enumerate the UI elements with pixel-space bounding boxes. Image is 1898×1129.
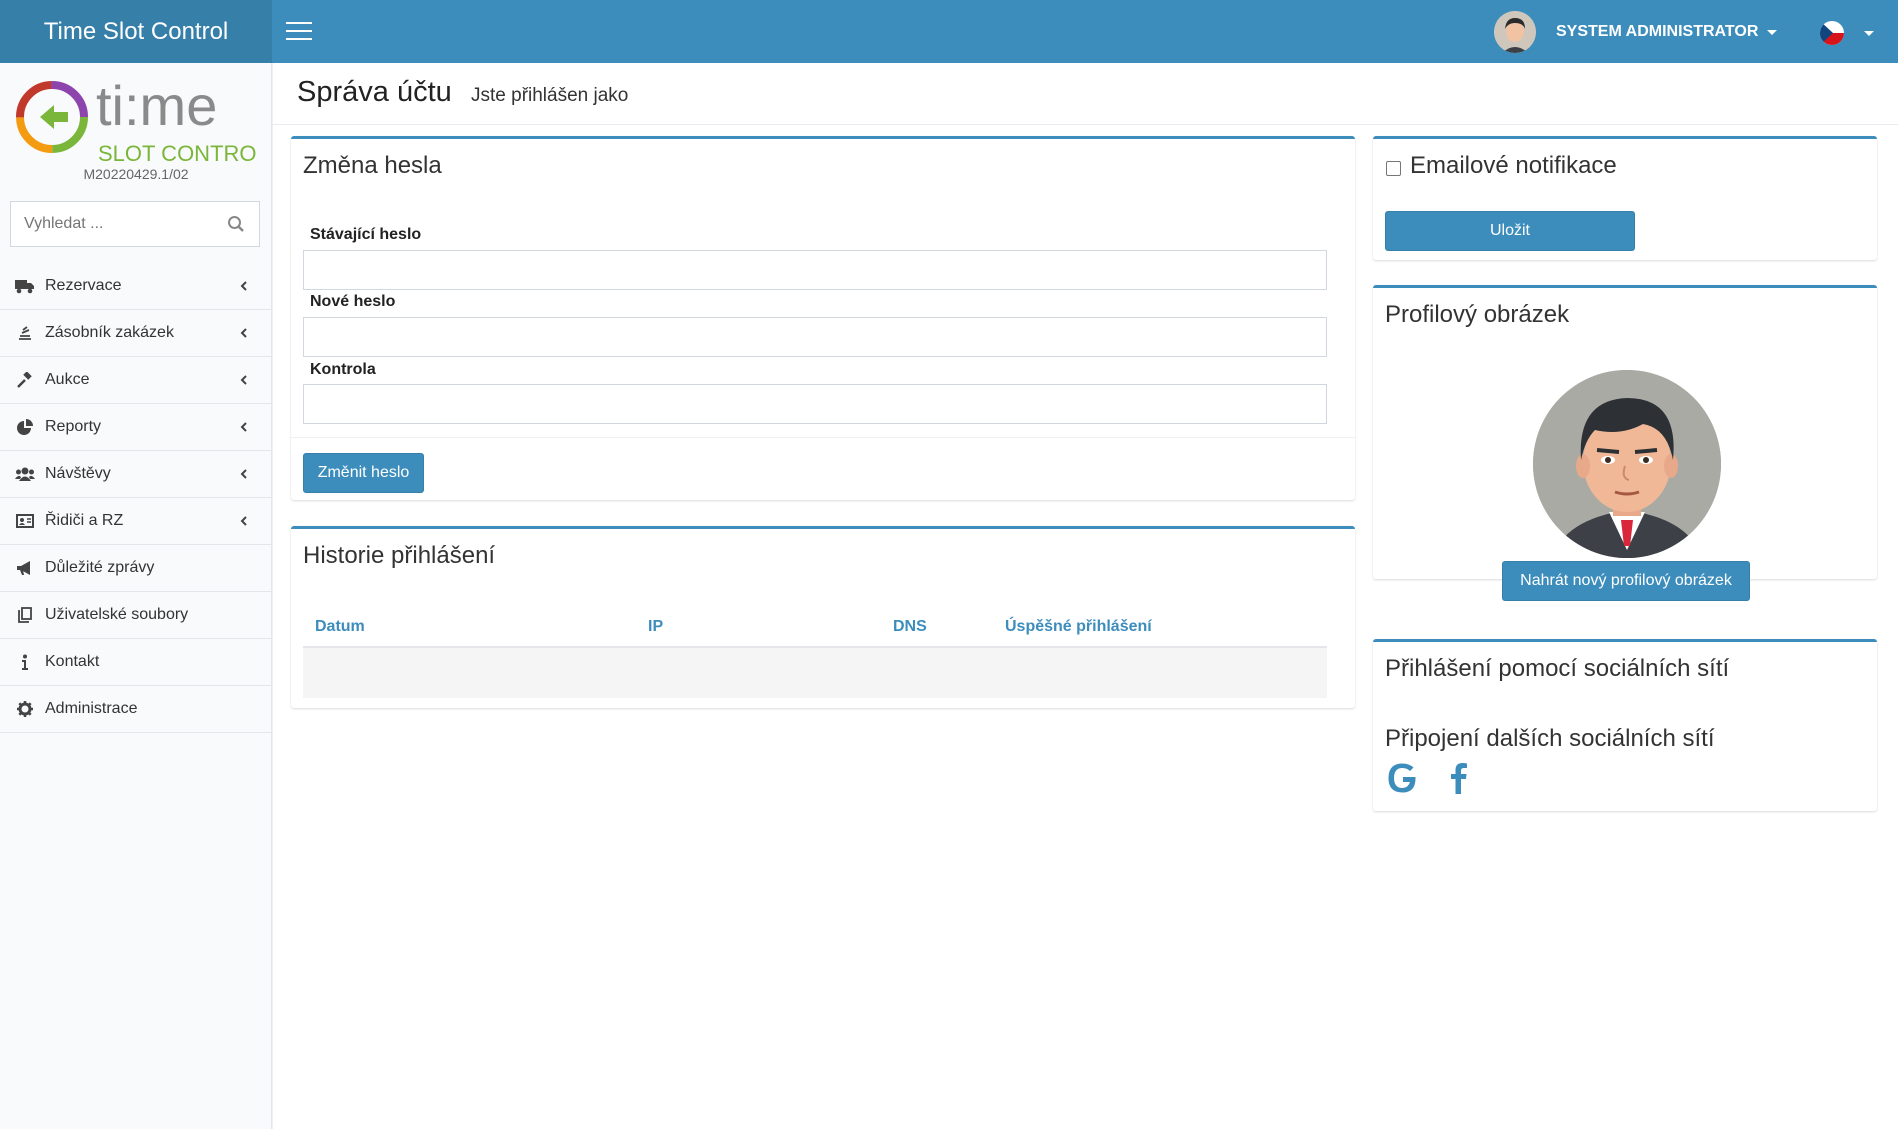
- sidebar-item-uzivatelske-soubory[interactable]: Uživatelské soubory: [0, 592, 272, 639]
- sidebar-search: [10, 201, 260, 247]
- sidebar-item-aukce[interactable]: Aukce: [0, 357, 272, 404]
- sidebar-item-label: Zásobník zakázek: [45, 324, 174, 341]
- email-notifications-box: Emailové notifikace Uložit: [1373, 136, 1877, 260]
- table-row: [303, 648, 1327, 698]
- pie-chart-icon: [15, 418, 35, 436]
- upload-profile-picture-button[interactable]: Nahrát nový profilový obrázek: [1502, 561, 1750, 601]
- page-title: Správa účtu: [297, 76, 452, 108]
- login-history-box: Historie přihlášení Datum IP DNS Úspěšné…: [291, 526, 1355, 708]
- chevron-left-icon: [240, 328, 247, 338]
- main-content: Správa účtu Jste přihlášen jako Změna he…: [273, 63, 1898, 1129]
- sidebar-menu: Rezervace Zásobník zakázek Aukce Reporty…: [0, 263, 272, 733]
- gavel-icon: [15, 371, 35, 389]
- svg-text:ti:me: ti:me: [96, 75, 217, 137]
- truck-icon: [15, 277, 35, 295]
- profile-picture: [1533, 370, 1721, 558]
- id-card-icon: [15, 512, 35, 530]
- sidebar-item-administrace[interactable]: Administrace: [0, 686, 272, 733]
- box-title: Historie přihlášení: [303, 542, 496, 569]
- gear-icon: [15, 700, 35, 718]
- search-icon[interactable]: [227, 215, 245, 233]
- user-menu[interactable]: SYSTEM ADMINISTRATOR: [1494, 11, 1778, 53]
- social-login-box: Přihlášení pomocí sociálních sítí Připoj…: [1373, 639, 1877, 811]
- app-version: M20220429.1/02: [83, 166, 189, 182]
- current-password-field[interactable]: [303, 250, 1327, 290]
- files-icon: [15, 606, 35, 624]
- sidebar-toggle-icon[interactable]: [286, 22, 312, 42]
- sidebar-item-kontakt[interactable]: Kontakt: [0, 639, 272, 686]
- search-input[interactable]: [11, 215, 211, 233]
- change-password-button[interactable]: Změnit heslo: [303, 453, 424, 493]
- sidebar-item-label: Aukce: [45, 371, 90, 388]
- user-name: SYSTEM ADMINISTRATOR: [1556, 23, 1759, 40]
- box-title: Profilový obrázek: [1385, 301, 1570, 328]
- divider: [291, 437, 1355, 438]
- sidebar-item-navstevy[interactable]: Návštěvy: [0, 451, 272, 498]
- chevron-left-icon: [240, 469, 247, 479]
- chevron-left-icon: [240, 422, 247, 432]
- chevron-left-icon: [240, 516, 247, 526]
- svg-text:SLOT CONTROL: SLOT CONTROL: [98, 141, 258, 165]
- language-switcher[interactable]: [1820, 21, 1874, 45]
- column-header-date[interactable]: Datum: [315, 618, 365, 636]
- sidebar-item-dulezite-zpravy[interactable]: Důležité zprávy: [0, 545, 272, 592]
- profile-picture-box: Profilový obrázek Nahrát nový profilový …: [1373, 285, 1877, 601]
- czech-flag-icon: [1820, 21, 1844, 45]
- sidebar-item-label: Návštěvy: [45, 465, 111, 482]
- page-subtitle: Jste přihlášen jako: [471, 85, 629, 106]
- sidebar-item-zasobnik-zakazek[interactable]: Zásobník zakázek: [0, 310, 272, 357]
- avatar: [1494, 11, 1536, 53]
- confirm-password-field[interactable]: [303, 384, 1327, 424]
- sidebar-item-label: Uživatelské soubory: [45, 606, 189, 623]
- column-header-dns[interactable]: DNS: [893, 618, 927, 636]
- social-subtitle: Připojení dalších sociálních sítí: [1385, 725, 1715, 752]
- column-header-success[interactable]: Úspěšné přihlášení: [1005, 618, 1152, 636]
- content-header: Správa účtu Jste přihlášen jako: [273, 63, 1898, 125]
- info-icon: [15, 653, 35, 671]
- column-header-ip[interactable]: IP: [648, 618, 663, 636]
- current-password-label: Stávající heslo: [310, 226, 422, 243]
- sidebar-item-label: Důležité zprávy: [45, 559, 155, 576]
- sidebar-item-label: Kontakt: [45, 653, 100, 670]
- sidebar-item-rezervace[interactable]: Rezervace: [0, 263, 272, 310]
- history-table-header: Datum IP DNS Úspěšné přihlášení: [303, 606, 1327, 648]
- chevron-down-icon: [1767, 29, 1778, 35]
- save-button[interactable]: Uložit: [1385, 211, 1635, 251]
- chevron-left-icon: [240, 281, 247, 291]
- users-icon: [15, 465, 35, 483]
- sidebar: ti:me SLOT CONTROL M20220429.1/02 Rezerv…: [0, 63, 272, 1129]
- new-password-field[interactable]: [303, 317, 1327, 357]
- sidebar-item-label: Řidiči a RZ: [45, 512, 124, 529]
- chevron-left-icon: [240, 375, 247, 385]
- sidebar-item-label: Rezervace: [45, 277, 122, 294]
- confirm-password-label: Kontrola: [310, 361, 376, 378]
- top-navbar: Time Slot Control SYSTEM ADMINISTRATOR: [0, 0, 1898, 63]
- facebook-icon[interactable]: [1441, 760, 1477, 796]
- sidebar-item-label: Administrace: [45, 700, 138, 717]
- brand-title[interactable]: Time Slot Control: [0, 0, 272, 63]
- stack-icon: [15, 324, 35, 342]
- box-title: Změna hesla: [303, 152, 442, 179]
- megaphone-icon: [15, 559, 35, 577]
- email-notifications-checkbox[interactable]: [1386, 161, 1401, 176]
- google-icon[interactable]: [1385, 760, 1421, 796]
- sidebar-item-label: Reporty: [45, 418, 102, 435]
- chevron-down-icon: [1864, 30, 1874, 36]
- email-notifications-label: Emailové notifikace: [1410, 152, 1617, 179]
- sidebar-item-reporty[interactable]: Reporty: [0, 404, 272, 451]
- password-change-box: Změna hesla Stávající heslo Nové heslo K…: [291, 136, 1355, 500]
- sidebar-item-ridici-a-rz[interactable]: Řidiči a RZ: [0, 498, 272, 545]
- box-title: Přihlášení pomocí sociálních sítí: [1385, 655, 1730, 682]
- time-slot-control-logo: ti:me SLOT CONTROL: [14, 74, 269, 166]
- new-password-label: Nové heslo: [310, 293, 396, 310]
